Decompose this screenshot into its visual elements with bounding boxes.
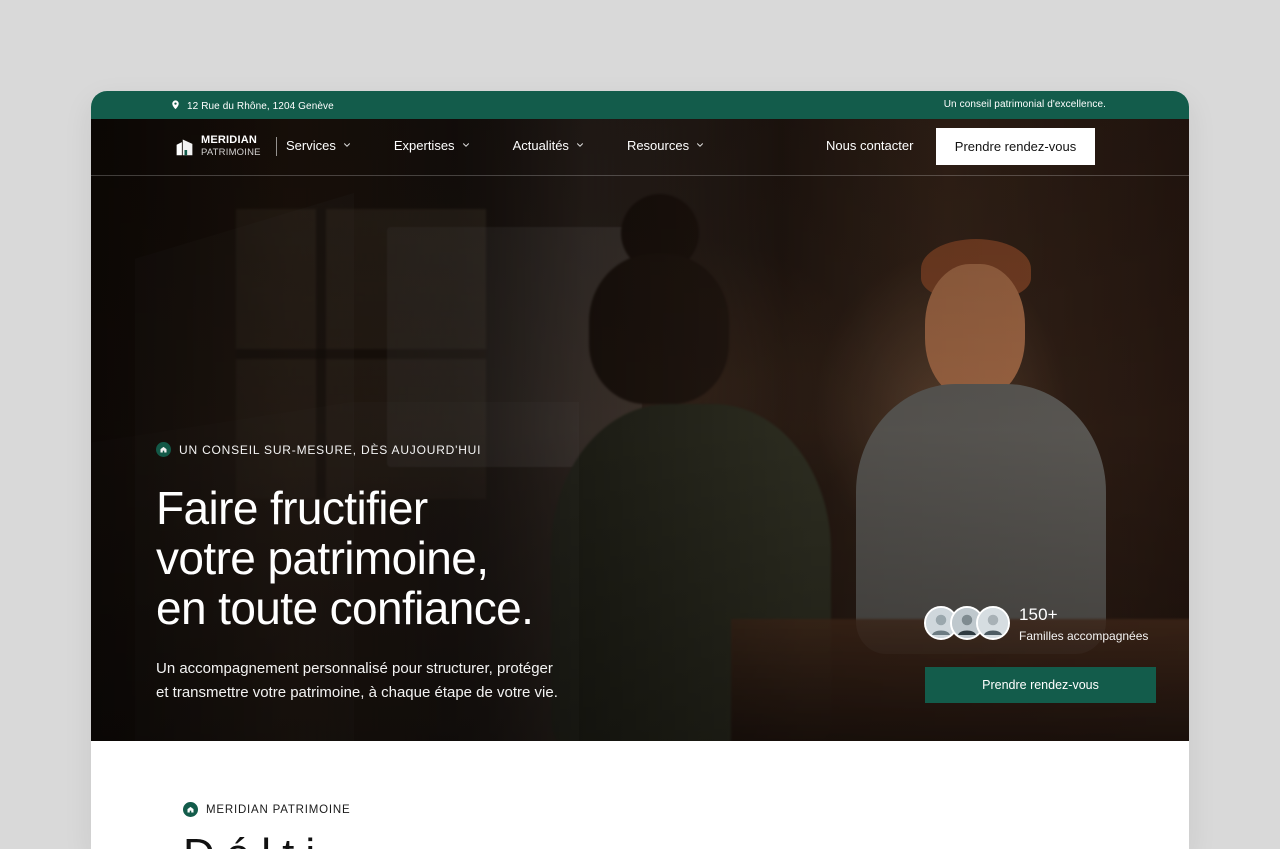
nav-divider bbox=[276, 137, 277, 156]
nav-item-label: Expertises bbox=[393, 138, 455, 153]
building-logo-icon bbox=[174, 136, 195, 157]
hero-subtext: Un accompagnement personnalisé pour stru… bbox=[156, 657, 716, 705]
appointment-button[interactable]: Prendre rendez-vous bbox=[936, 128, 1095, 165]
brand-text: MERIDIAN PATRIMOINE bbox=[201, 133, 261, 158]
brand-line-1: MERIDIAN bbox=[201, 133, 257, 146]
location-pin-icon bbox=[170, 99, 181, 113]
nav-item-resources[interactable]: Resources bbox=[627, 138, 705, 153]
chevron-down-icon bbox=[461, 138, 471, 153]
below-hero-section: MERIDIAN PATRIMOINE D é l t i bbox=[91, 741, 1189, 849]
nav-menu: Services Expertises Actualités Resources bbox=[286, 138, 705, 153]
nav-item-label: Resources bbox=[626, 138, 690, 153]
nav-item-label: Services bbox=[286, 138, 336, 153]
hero-headline-line: en toute confiance. bbox=[156, 582, 534, 634]
hero-subtext-line: et transmettre votre patrimoine, à chaqu… bbox=[156, 684, 558, 701]
main-navbar: MERIDIAN PATRIMOINE Services Expertises bbox=[91, 119, 1189, 176]
tagline: Un conseil patrimonial d'excellence. bbox=[943, 99, 1106, 110]
hero-eyebrow-text: UN CONSEIL SUR-MESURE, DÈS AUJOURD'HUI bbox=[179, 442, 482, 457]
hero-headline-line: votre patrimoine, bbox=[156, 532, 489, 584]
nav-item-label: Actualités bbox=[512, 138, 569, 153]
nav-item-actualites[interactable]: Actualités bbox=[513, 138, 585, 153]
contact-link[interactable]: Nous contacter bbox=[826, 138, 913, 153]
stats-label: Familles accompagnées bbox=[1019, 629, 1149, 643]
hero-headline-line: Faire fructifier bbox=[156, 482, 428, 534]
stats-value: 150+ bbox=[1019, 605, 1058, 624]
section-eyebrow: MERIDIAN PATRIMOINE bbox=[183, 802, 350, 817]
address-text: 12 Rue du Rhône, 1204 Genève bbox=[187, 100, 334, 112]
appointment-button-secondary[interactable]: Prendre rendez-vous bbox=[925, 667, 1156, 703]
chevron-down-icon bbox=[575, 138, 585, 153]
chevron-down-icon bbox=[695, 138, 705, 153]
brand-logo[interactable]: MERIDIAN PATRIMOINE bbox=[174, 134, 261, 158]
hero-subtext-line: Un accompagnement personnalisé pour stru… bbox=[156, 660, 553, 677]
avatar bbox=[976, 606, 1010, 640]
hero-content: UN CONSEIL SUR-MESURE, DÈS AUJOURD'HUI F… bbox=[156, 442, 716, 705]
home-badge-icon bbox=[183, 802, 198, 817]
nav-item-services[interactable]: Services bbox=[286, 138, 352, 153]
section-heading-partial: D é l t i bbox=[183, 833, 315, 849]
top-info-bar: 12 Rue du Rhône, 1204 Genève Un conseil … bbox=[91, 91, 1189, 119]
avatar-stack bbox=[924, 606, 1014, 642]
hero-headline: Faire fructifier votre patrimoine, en to… bbox=[156, 483, 716, 633]
hero-eyebrow: UN CONSEIL SUR-MESURE, DÈS AUJOURD'HUI bbox=[156, 442, 716, 457]
home-badge-icon bbox=[156, 442, 171, 457]
hero-section: MERIDIAN PATRIMOINE Services Expertises bbox=[91, 119, 1189, 741]
brand-line-2: PATRIMOINE bbox=[201, 146, 261, 158]
chevron-down-icon bbox=[342, 138, 352, 153]
nav-item-expertises[interactable]: Expertises bbox=[394, 138, 471, 153]
address: 12 Rue du Rhône, 1204 Genève bbox=[170, 99, 334, 113]
social-proof: 150+ Familles accompagnées Prendre rende… bbox=[924, 599, 1164, 719]
browser-frame: 12 Rue du Rhône, 1204 Genève Un conseil … bbox=[91, 91, 1189, 849]
section-eyebrow-text: MERIDIAN PATRIMOINE bbox=[206, 803, 351, 816]
